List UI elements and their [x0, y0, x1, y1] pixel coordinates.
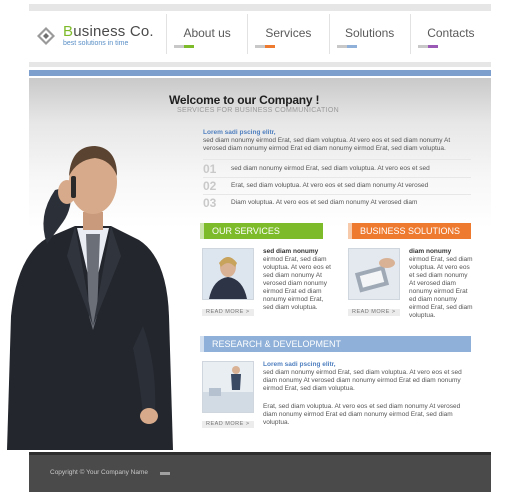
nav-underline	[174, 45, 204, 48]
step-divider	[203, 177, 471, 178]
services-title: sed diam nonumy	[263, 248, 319, 255]
research-heading: RESEARCH & DEVELOPMENT	[200, 336, 471, 352]
research-thumbnail[interactable]	[202, 361, 254, 413]
lab-photo-icon	[203, 362, 253, 412]
services-text: sed diam nonumy eirmod Erat, sed diam vo…	[263, 248, 331, 312]
businessman-image	[7, 146, 173, 450]
nav-underline	[336, 45, 367, 48]
page-frame: Business Co. best solutions in time Abou…	[7, 0, 491, 496]
main-content: Welcome to our Company ! SERVICES FOR BU…	[7, 78, 491, 450]
nav-label: Solutions	[344, 26, 395, 40]
research-text-1: sed diam nonumy eirmod Erat, sed diam vo…	[263, 369, 462, 392]
research-text-2: Erat, sed diam voluptua. At vero eos et …	[263, 403, 461, 426]
solutions-text: diam nonumy eirmod Erat, sed diam volupt…	[409, 248, 475, 320]
nav-contacts[interactable]: Contacts	[409, 14, 491, 54]
intro-text: sed diam nonumy eirmod Erat, sed diam vo…	[203, 137, 451, 152]
logo[interactable]: Business Co. best solutions in time	[35, 23, 163, 49]
nav-underline	[417, 45, 448, 48]
brand-tagline: best solutions in time	[63, 40, 129, 47]
solutions-body: eirmod Erat, sed diam voluptua. At vero …	[409, 256, 473, 319]
step-text: Diam voluptua. At vero eos et sed diam n…	[231, 199, 418, 206]
nav-label: Contacts	[427, 26, 475, 40]
solutions-read-more[interactable]: READ MORE >	[348, 309, 400, 316]
services-heading: OUR SERVICES	[200, 223, 323, 239]
nav-label: Services	[265, 26, 312, 40]
header-accent-bar	[29, 70, 491, 76]
header-divider	[29, 62, 491, 67]
brand-name: Business Co.	[63, 23, 154, 40]
nav-label: About us	[183, 26, 231, 40]
nav-services[interactable]: Services	[247, 14, 328, 54]
step-divider	[203, 159, 471, 160]
services-read-more[interactable]: READ MORE >	[202, 309, 254, 316]
office-photo-icon	[349, 249, 399, 299]
top-bar	[29, 4, 491, 11]
footer-top-border	[29, 452, 491, 455]
intro-title: Lorem sadi pscing elitr,	[203, 129, 276, 136]
brand-name-initial: B	[63, 23, 74, 40]
page-subtitle: SERVICES FOR BUSINESS COMMUNICATION	[177, 107, 339, 114]
nav-underline	[255, 45, 285, 48]
research-heading-label: RESEARCH & DEVELOPMENT	[212, 339, 342, 349]
step-text: sed diam nonumy eirmod Erat, sed diam vo…	[231, 165, 430, 172]
step-divider	[203, 194, 471, 195]
logo-mark-icon	[37, 27, 55, 45]
solutions-title: diam nonumy	[409, 248, 452, 255]
step-text: Erat, sed diam voluptua. At vero eos et …	[231, 182, 429, 189]
step-number: 01	[203, 162, 217, 176]
research-read-more[interactable]: READ MORE >	[202, 421, 254, 428]
nav-about-us[interactable]: About us	[166, 14, 247, 54]
solutions-heading: BUSINESS SOLUTIONS	[348, 223, 471, 239]
services-body: eirmod Erat, sed diam voluptua. At vero …	[263, 256, 331, 311]
copyright-text: Copyright © Your Company Name	[50, 469, 149, 476]
main-nav: About us Services Solutions Contacts	[166, 14, 491, 54]
page-title: Welcome to our Company !	[169, 93, 320, 107]
woman-photo-icon	[203, 249, 253, 299]
services-heading-label: OUR SERVICES	[212, 226, 280, 236]
footer: Copyright © Your Company Name	[29, 452, 491, 492]
brand-name-rest: usiness Co.	[73, 23, 154, 40]
nav-solutions[interactable]: Solutions	[328, 14, 410, 54]
services-thumbnail[interactable]	[202, 248, 254, 300]
solutions-heading-label: BUSINESS SOLUTIONS	[360, 226, 461, 236]
step-number: 02	[203, 179, 217, 193]
step-number: 03	[203, 196, 217, 210]
solutions-thumbnail[interactable]	[348, 248, 400, 300]
research-title: Lorem sadi pscing elitr,	[263, 361, 336, 368]
footer-dash	[160, 472, 170, 475]
